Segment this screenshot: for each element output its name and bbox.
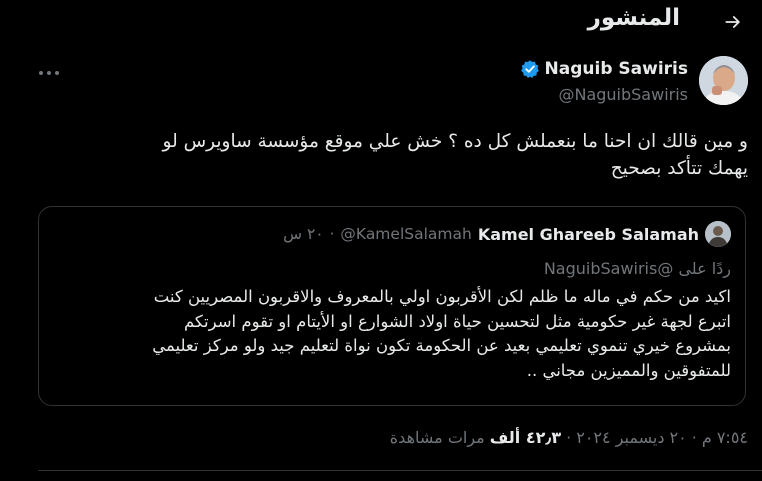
separator-dot: ·: [566, 428, 572, 447]
separator-dot: ·: [691, 428, 697, 447]
replying-to-label: ردًا على: [678, 259, 731, 278]
tweet-line: و مين قالك ان احنا ما بنعملش كل ده ؟ خش …: [162, 131, 748, 152]
arrow-right-icon: [725, 16, 740, 28]
author-avatar-image: [699, 56, 748, 105]
tweet-text: و مين قالك ان احنا ما بنعملش كل ده ؟ خش …: [28, 128, 748, 182]
divider: [38, 470, 762, 471]
quoted-tweet-time: ٢٠ س: [283, 225, 324, 243]
author-handle[interactable]: @NaguibSawiris: [558, 85, 688, 104]
page-title: المنشور: [587, 5, 680, 31]
tweet-date[interactable]: ٢٠ ديسمبر ٢٠٢٤: [576, 428, 687, 447]
quote-line: اتبرع لجهة غير حكومية مثل لتحسين حياة او…: [183, 311, 731, 331]
replying-to-line: ردًا على @NaguibSawiris: [544, 259, 731, 278]
quoted-tweet-card[interactable]: Kamel Ghareeb Salamah @KamelSalamah · ٢٠…: [38, 206, 746, 406]
quote-line: اكيد من حكم في ماله ما ظلم لكن الأقربون …: [153, 287, 731, 306]
quoted-tweet-header: Kamel Ghareeb Salamah @KamelSalamah · ٢٠…: [283, 221, 731, 247]
quoted-author-avatar: [705, 221, 731, 247]
views-label: مرات مشاهدة: [389, 428, 485, 447]
more-horizontal-icon: [39, 71, 59, 75]
author-name[interactable]: Naguib Sawiris: [545, 59, 688, 79]
quote-line: بمشروع خيري تنموي تعليمي بعيد عن الحكومة…: [152, 336, 731, 355]
tweet-meta: ٧:٥٤ م · ٢٠ ديسمبر ٢٠٢٤ · ٤٢٫٣ ألف مرات …: [390, 428, 748, 447]
more-options-button[interactable]: [34, 58, 64, 88]
quote-line: للمتفوقين والمميزين مجاني ..: [526, 360, 731, 380]
author-avatar[interactable]: [699, 56, 748, 105]
quoted-tweet-text: اكيد من حكم في ماله ما ظلم لكن الأقربون …: [51, 285, 731, 383]
verified-badge-icon: [520, 59, 540, 79]
tweet-time[interactable]: ٧:٥٤ م: [702, 428, 748, 447]
quoted-author-handle: @KamelSalamah: [340, 225, 472, 243]
quoted-author-name: Kamel Ghareeb Salamah: [477, 224, 699, 244]
back-button[interactable]: [718, 7, 748, 37]
separator-dot: ·: [329, 225, 335, 243]
views-count: ٤٢٫٣ ألف: [489, 428, 562, 447]
tweet-line: يهمك تتأكد بصحيح: [610, 158, 748, 179]
top-bar: المنشور: [0, 0, 762, 44]
author-name-row: Naguib Sawiris: [520, 59, 688, 79]
replying-to-handle[interactable]: @NaguibSawiris: [544, 259, 674, 278]
